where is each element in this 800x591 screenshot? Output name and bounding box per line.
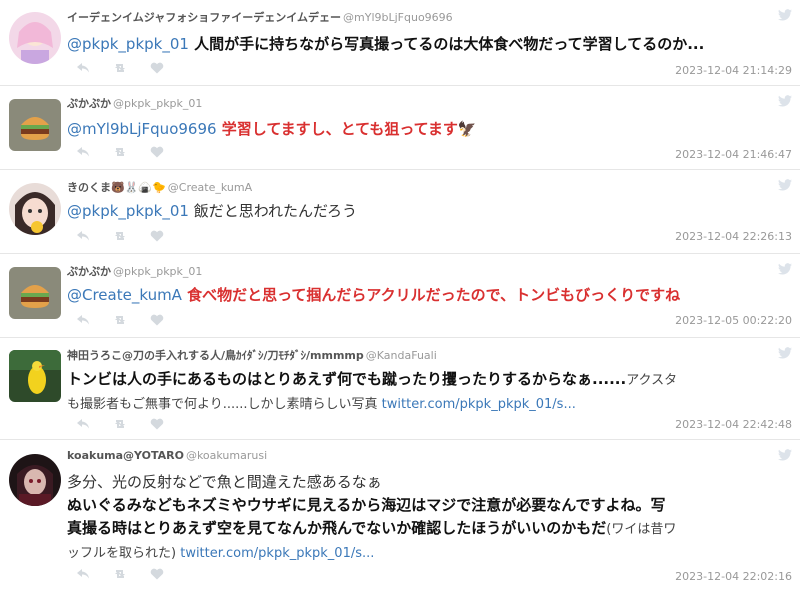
author-handle[interactable]: @pkpk_pkpk_01 <box>113 265 202 278</box>
like-icon[interactable] <box>150 568 164 580</box>
twitter-bird-icon <box>778 9 792 21</box>
tweet-text: 多分、光の反射などで魚と間違えた感あるなぁ ぬいぐるみなどもネズミやウサギに見え… <box>67 473 677 561</box>
twitter-bird-icon <box>778 449 792 461</box>
tweet-actions <box>76 314 196 328</box>
author-name[interactable]: きのくま🐻🐰🍙🐤 <box>67 181 166 194</box>
author-handle[interactable]: @mYl9bLjFquo9696 <box>343 11 453 24</box>
tweet: きのくま🐻🐰🍙🐤 @Create_kumA @pkpk_pkpk_01 飯だと思わ… <box>0 170 800 254</box>
timestamp[interactable]: 2023-12-04 22:02:16 <box>675 570 792 583</box>
reply-mention[interactable]: @pkpk_pkpk_01 <box>67 35 189 53</box>
reply-icon[interactable] <box>76 62 90 74</box>
tweet: 神田うろこ@刀の手入れする人/鳥ｶｲﾀﾞｼ/刀ﾓﾁﾀﾞｼ/mmmmp @Kanda… <box>0 338 800 440</box>
author-name[interactable]: ぷかぷか <box>67 97 111 110</box>
reply-icon[interactable] <box>76 314 90 326</box>
avatar[interactable] <box>9 183 61 235</box>
tweet: ぷかぷか @pkpk_pkpk_01 @mYl9bLjFquo9696 学習してま… <box>0 86 800 170</box>
tweet-text: 飯だと思われたんだろう <box>188 202 358 220</box>
tweet-text: 人間が手に持ちながら写真撮ってるのは大体食べ物だって学習してるのか... <box>188 35 705 53</box>
avatar[interactable] <box>9 12 61 64</box>
author-handle[interactable]: @Create_kumA <box>168 181 252 194</box>
avatar[interactable] <box>9 99 61 151</box>
tweet-feed: イーデェンイムジャフォショファイーデェンイムデェー @mYl9bLjFquo969… <box>0 0 800 591</box>
retweet-icon[interactable] <box>113 418 127 430</box>
retweet-icon[interactable] <box>113 568 127 580</box>
author-name[interactable]: koakuma@YOTARO <box>67 449 184 462</box>
like-icon[interactable] <box>150 314 164 326</box>
reply-icon[interactable] <box>76 146 90 158</box>
author-name[interactable]: 神田うろこ@刀の手入れする人/鳥ｶｲﾀﾞｼ/刀ﾓﾁﾀﾞｼ/mmmmp <box>67 349 364 362</box>
tweet-link[interactable]: twitter.com/pkpk_pkpk_01/s... <box>382 397 576 412</box>
twitter-bird-icon <box>778 179 792 191</box>
timestamp[interactable]: 2023-12-05 00:22:20 <box>675 314 792 327</box>
like-icon[interactable] <box>150 230 164 242</box>
tweet-actions <box>76 568 196 582</box>
timestamp[interactable]: 2023-12-04 22:42:48 <box>675 418 792 431</box>
like-icon[interactable] <box>150 146 164 158</box>
tweet: ぷかぷか @pkpk_pkpk_01 @Create_kumA 食べ物だと思って掴… <box>0 254 800 338</box>
reply-icon[interactable] <box>76 230 90 242</box>
like-icon[interactable] <box>150 418 164 430</box>
reply-icon[interactable] <box>76 568 90 580</box>
retweet-icon[interactable] <box>113 62 127 74</box>
tweet-text: 食べ物だと思って掴んだらアクリルだったので、トンビもびっくりですね <box>181 286 681 304</box>
avatar[interactable] <box>9 454 61 506</box>
retweet-icon[interactable] <box>113 146 127 158</box>
twitter-bird-icon <box>778 263 792 275</box>
author-handle[interactable]: @koakumarusi <box>186 449 267 462</box>
tweet-actions <box>76 62 196 76</box>
reply-mention[interactable]: @mYl9bLjFquo9696 <box>67 120 217 138</box>
timestamp[interactable]: 2023-12-04 21:46:47 <box>675 148 792 161</box>
reply-mention[interactable]: @Create_kumA <box>67 286 182 304</box>
twitter-bird-icon <box>778 347 792 359</box>
tweet-link[interactable]: twitter.com/pkpk_pkpk_01/s... <box>180 546 374 561</box>
author-handle[interactable]: @KandaFuali <box>366 349 437 362</box>
tweet: koakuma@YOTARO @koakumarusi 多分、光の反射などで魚と間… <box>0 440 800 591</box>
author-name[interactable]: ぷかぷか <box>67 265 111 278</box>
retweet-icon[interactable] <box>113 230 127 242</box>
tweet-text: 学習してますし、とても狙ってます <box>216 120 458 138</box>
eagle-emoji: 🦅 <box>457 120 477 138</box>
twitter-bird-icon <box>778 95 792 107</box>
reply-mention[interactable]: @pkpk_pkpk_01 <box>67 202 189 220</box>
tweet-actions <box>76 418 196 432</box>
author-handle[interactable]: @pkpk_pkpk_01 <box>113 97 202 110</box>
timestamp[interactable]: 2023-12-04 22:26:13 <box>675 230 792 243</box>
tweet-actions <box>76 230 196 244</box>
reply-icon[interactable] <box>76 418 90 430</box>
author-name[interactable]: イーデェンイムジャフォショファイーデェンイムデェー <box>67 11 341 24</box>
tweet-text: トンビは人の手にあるものはとりあえず何でも蹴ったり攫ったりするからなぁ.....… <box>67 370 678 412</box>
timestamp[interactable]: 2023-12-04 21:14:29 <box>675 64 792 77</box>
avatar[interactable] <box>9 350 61 402</box>
retweet-icon[interactable] <box>113 314 127 326</box>
tweet-actions <box>76 146 196 160</box>
like-icon[interactable] <box>150 62 164 74</box>
tweet: イーデェンイムジャフォショファイーデェンイムデェー @mYl9bLjFquo969… <box>0 0 800 86</box>
avatar[interactable] <box>9 267 61 319</box>
